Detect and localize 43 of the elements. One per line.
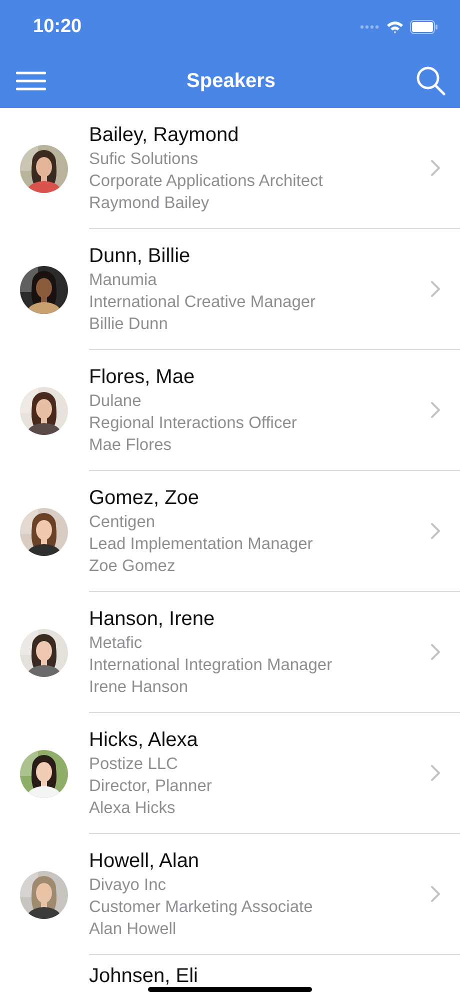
chevron-icon[interactable] bbox=[431, 402, 440, 418]
company-name: Postize LLC bbox=[89, 754, 178, 775]
full-name: Alexa Hicks bbox=[89, 798, 176, 819]
company-name: Metafic bbox=[89, 633, 142, 654]
wifi-icon bbox=[386, 20, 404, 34]
chevron-icon[interactable] bbox=[431, 281, 440, 297]
chevron-icon[interactable] bbox=[431, 644, 440, 660]
job-title: Lead Implementation Manager bbox=[89, 534, 313, 555]
full-name: Irene Hanson bbox=[89, 677, 188, 698]
chevron-icon[interactable] bbox=[431, 886, 440, 902]
job-title: Customer Marketing Associate bbox=[89, 897, 313, 918]
battery-icon bbox=[410, 20, 438, 34]
speaker-name: Hanson, Irene bbox=[89, 607, 215, 632]
menu-button[interactable] bbox=[16, 71, 46, 91]
speaker-name: Gomez, Zoe bbox=[89, 486, 200, 511]
chevron-icon[interactable] bbox=[431, 160, 440, 176]
company-name: Centigen bbox=[89, 512, 156, 533]
full-name: Mae Flores bbox=[89, 435, 172, 456]
company-name: Manumia bbox=[89, 270, 157, 291]
speaker-name: Flores, Mae bbox=[89, 365, 195, 390]
speaker-name: Howell, Alan bbox=[89, 849, 200, 874]
company-name: Divayo Inc bbox=[89, 875, 166, 896]
chevron-icon[interactable] bbox=[431, 765, 440, 781]
speaker-name: Dunn, Billie bbox=[89, 244, 190, 269]
status-time: 10:20 bbox=[33, 16, 82, 38]
job-title: Director, Planner bbox=[89, 776, 212, 797]
speaker-name: Bailey, Raymond bbox=[89, 123, 239, 148]
full-name: Billie Dunn bbox=[89, 314, 168, 335]
signal-icon bbox=[360, 25, 380, 29]
full-name: Raymond Bailey bbox=[89, 193, 210, 214]
search-button[interactable] bbox=[416, 66, 446, 96]
full-name: Alan Howell bbox=[89, 919, 176, 940]
job-title: International Creative Manager bbox=[89, 292, 316, 313]
speaker-name: Hicks, Alexa bbox=[89, 728, 198, 753]
speaker-name: Johnsen, Eli bbox=[89, 965, 198, 987]
chevron-icon[interactable] bbox=[431, 523, 440, 539]
company-name: Dulane bbox=[89, 391, 142, 412]
full-name: Zoe Gomez bbox=[89, 556, 176, 577]
job-title: Corporate Applications Architect bbox=[89, 171, 323, 192]
job-title: Regional Interactions Officer bbox=[89, 413, 297, 434]
job-title: International Integration Manager bbox=[89, 655, 332, 676]
screen-title: Speakers bbox=[186, 70, 276, 92]
company-name: Sufic Solutions bbox=[89, 149, 198, 170]
